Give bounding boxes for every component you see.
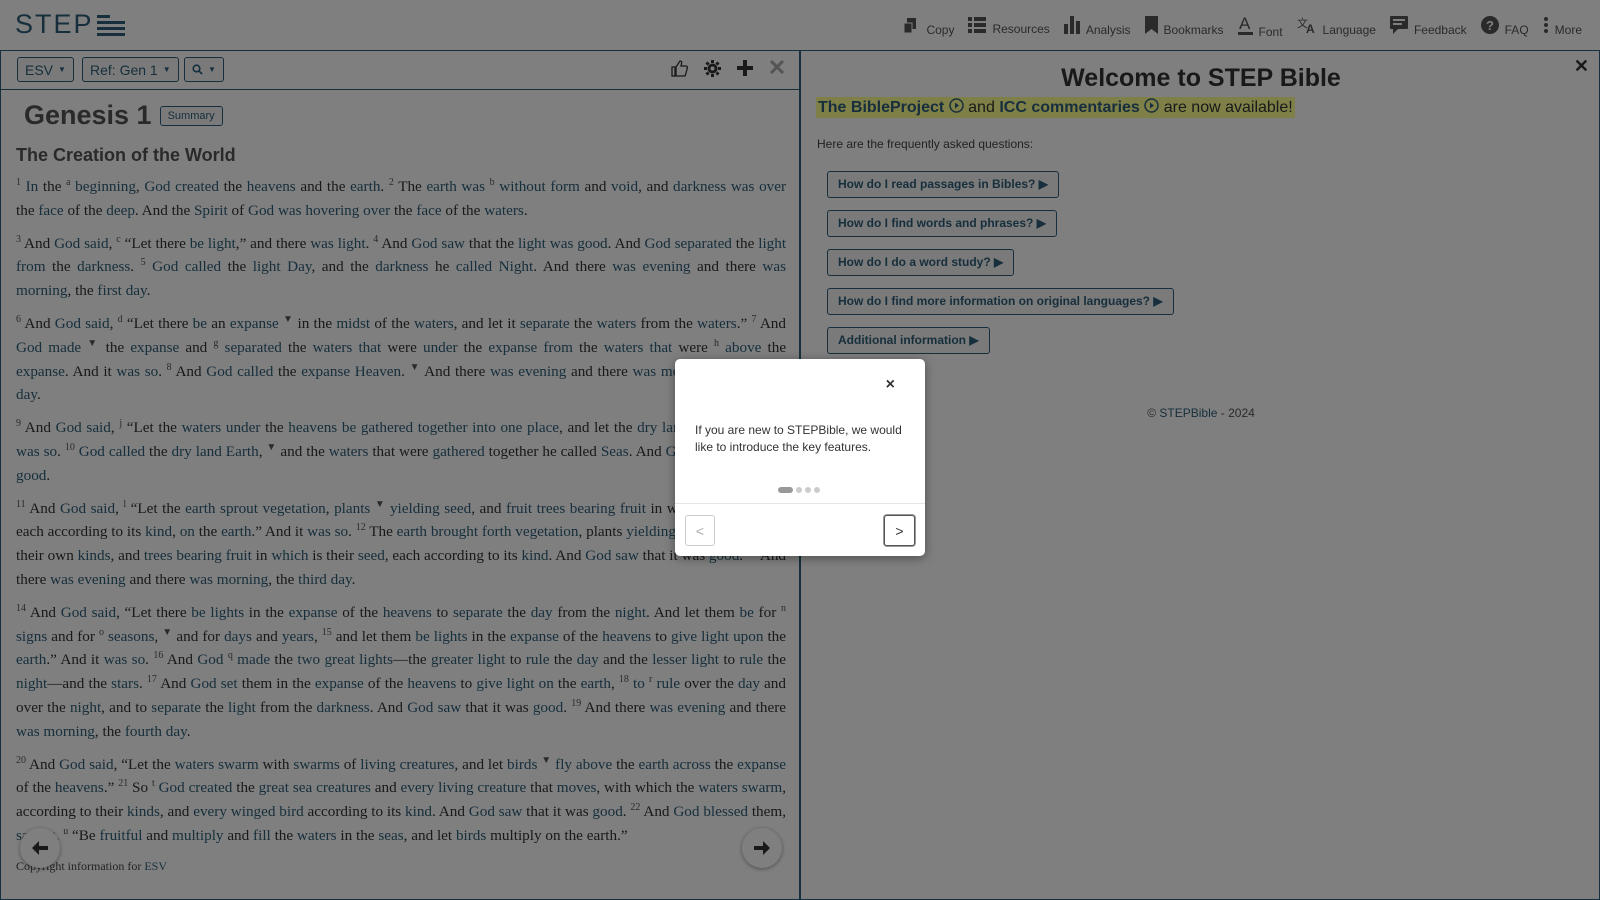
- step-indicator: [778, 487, 820, 493]
- modal-divider: [675, 503, 925, 504]
- step-dot-active[interactable]: [778, 487, 793, 493]
- intro-tour-modal: × If you are new to STEPBible, we would …: [675, 359, 925, 556]
- modal-text: If you are new to STEPBible, we would li…: [695, 423, 902, 454]
- step-dot[interactable]: [814, 487, 820, 493]
- modal-close-button[interactable]: ×: [886, 376, 895, 394]
- modal-next-button[interactable]: >: [884, 515, 915, 546]
- modal-previous-button[interactable]: <: [685, 515, 715, 546]
- step-dot[interactable]: [805, 487, 811, 493]
- step-dot[interactable]: [796, 487, 802, 493]
